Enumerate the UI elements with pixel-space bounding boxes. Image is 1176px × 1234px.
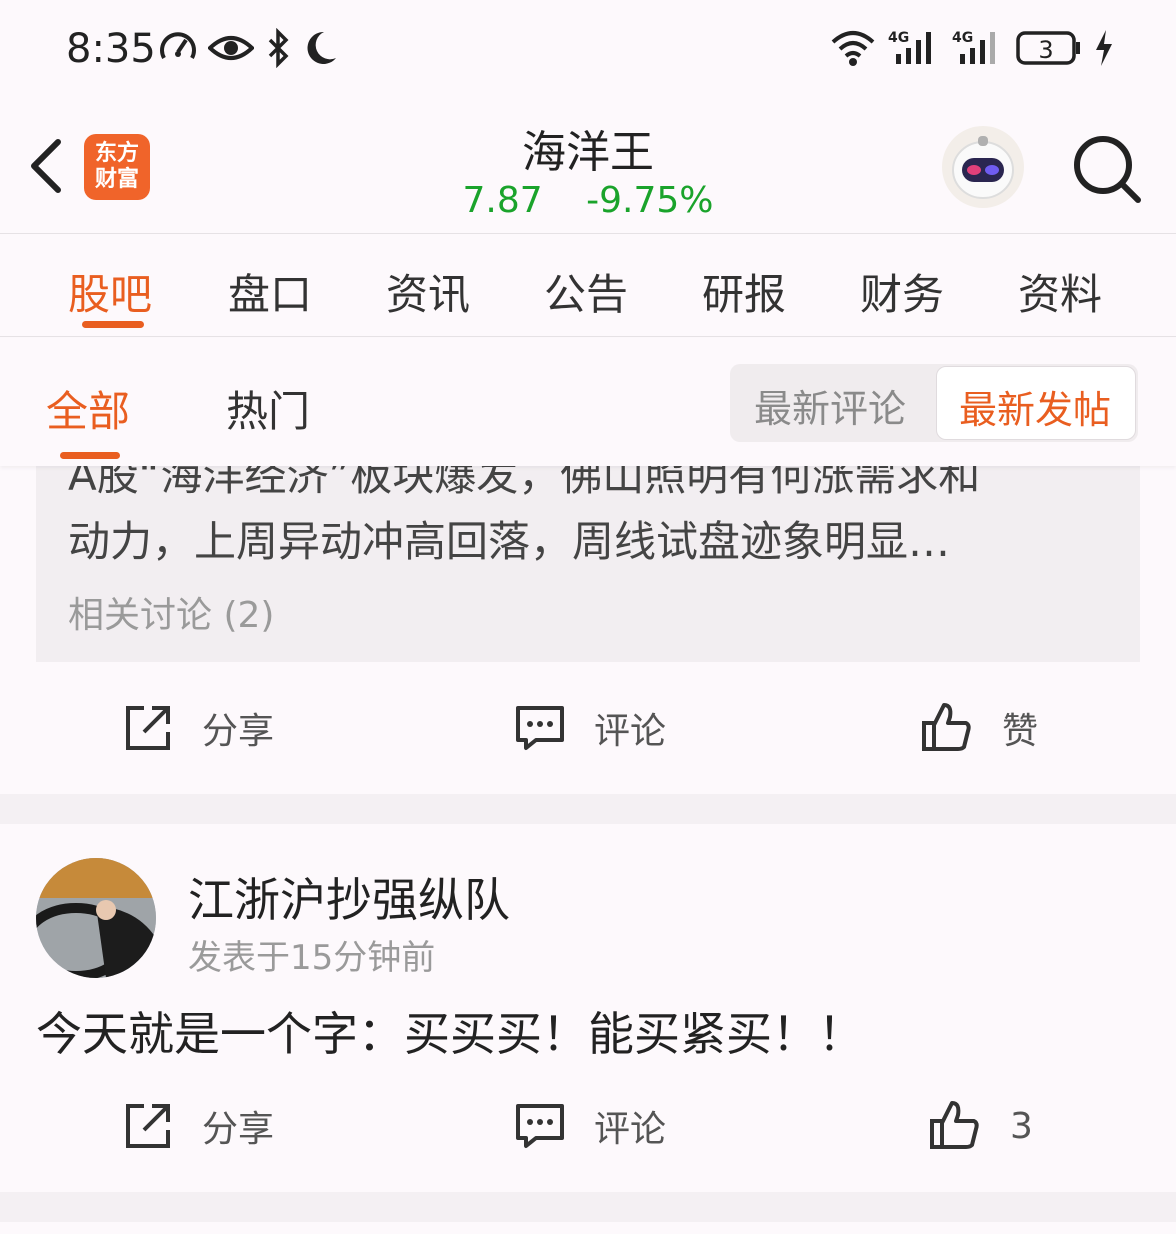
share-icon [126,706,170,750]
post-author[interactable]: 江浙沪抄强纵队 [188,864,510,930]
tab-guba[interactable]: 股吧 [68,261,152,322]
post-actions: 分享 评论 赞 [0,688,1176,768]
stock-price: 7.87 [462,180,543,221]
moon-icon [302,28,338,72]
sort-latest-comment[interactable]: 最新评论 [754,378,906,433]
like-button[interactable]: 3 [928,1086,1033,1166]
comment-icon [516,706,564,750]
post-actions: 分享 评论 3 [0,1086,1176,1166]
active-subtab-indicator [60,452,120,459]
status-left-icons [158,27,338,72]
sort-latest-post[interactable]: 最新发帖 [936,366,1136,440]
stock-header: 东方 财富 海洋王 7.87 -9.75% [0,100,1176,234]
status-time: 8:35 [66,26,156,72]
thumbs-up-icon [930,1101,979,1149]
search-button[interactable] [1070,132,1144,206]
subtab-hot[interactable]: 热门 [226,378,310,439]
thumbs-up-icon [922,703,971,751]
main-tabs: 股吧 盘口 资讯 公告 研报 财务 资料 [0,235,1176,337]
share-button[interactable]: 分享 [122,1086,274,1166]
charging-icon [1094,28,1114,72]
comment-button[interactable]: 评论 [514,688,666,768]
signal-4g-icon: 4G [888,28,940,72]
wifi-icon [830,28,876,72]
svg-text:4G: 4G [952,30,973,46]
tab-finance[interactable]: 财务 [860,261,944,322]
share-button[interactable]: 分享 [122,688,274,768]
comment-button[interactable]: 评论 [514,1086,666,1166]
signal-4g-icon: 4G [952,28,1004,72]
quoted-article[interactable]: A股“海洋经济”板块爆发，佛山照明有何涨需求和 动力，上周异动冲高回落，周线试盘… [36,466,1140,662]
tab-news[interactable]: 资讯 [386,261,470,322]
active-tab-indicator [82,321,144,328]
tab-research[interactable]: 研报 [702,261,786,322]
quoted-article-text: 动力，上周异动冲高回落，周线试盘迹象明显… [68,517,951,566]
speedometer-icon [158,28,198,72]
post-content[interactable]: 今天就是一个字：买买买！能买紧买！！ [36,998,864,1064]
battery-icon: 3 [1016,28,1082,72]
status-right-icons: 4G 4G 3 [830,28,1114,72]
quoted-article-text-partial: A股“海洋经济”板块爆发，佛山照明有何涨需求和 [68,466,981,500]
search-icon [1074,136,1141,203]
avatar-image [36,858,156,978]
status-bar: 8:35 4G 4G 3 [0,0,1176,100]
post-time: 发表于15分钟前 [188,938,436,978]
comment-icon [516,1104,564,1148]
like-count: 3 [1010,1105,1033,1147]
sort-toggle: 最新评论 最新发帖 [730,364,1138,442]
divider [0,794,1176,824]
divider [0,1192,1176,1222]
avatar[interactable] [36,858,156,978]
assistant-avatar[interactable] [942,126,1024,208]
related-discussion-link[interactable]: 相关讨论 (2) [68,586,274,638]
tab-announcements[interactable]: 公告 [544,261,628,322]
sub-tabs: 全部 热门 最新评论 最新发帖 [0,338,1176,466]
tab-profile[interactable]: 资料 [1018,261,1102,322]
stock-change: -9.75% [586,180,714,221]
svg-text:3: 3 [1038,36,1053,64]
bluetooth-icon [264,27,292,72]
like-button[interactable]: 赞 [920,688,1038,768]
robot-icon [952,136,1014,199]
subtab-all[interactable]: 全部 [46,378,130,439]
share-icon [126,1104,170,1148]
tab-pankou[interactable]: 盘口 [228,261,312,322]
svg-text:4G: 4G [888,30,909,46]
eye-icon [207,28,255,72]
